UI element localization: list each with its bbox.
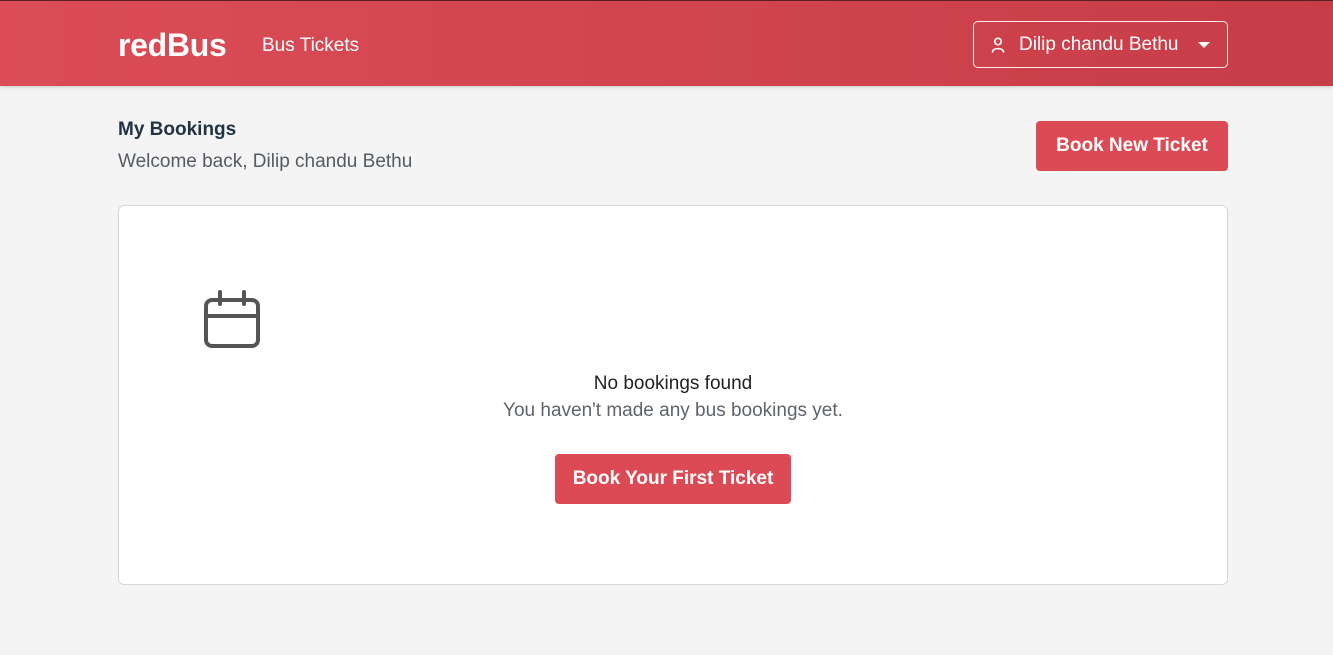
user-icon <box>991 36 1005 53</box>
bookings-card: No bookings found You haven't made any b… <box>118 205 1228 585</box>
calendar-icon <box>204 290 260 350</box>
book-new-ticket-button[interactable]: Book New Ticket <box>1036 121 1228 171</box>
brand-logo[interactable]: redBus <box>118 25 227 65</box>
user-menu-button[interactable]: Dilip chandu Bethu <box>973 21 1228 68</box>
nav-link-bus-tickets[interactable]: Bus Tickets <box>262 34 359 58</box>
book-first-ticket-button[interactable]: Book Your First Ticket <box>555 454 791 504</box>
empty-state-title: No bookings found <box>593 373 753 394</box>
page-title: My Bookings <box>118 119 237 140</box>
empty-state-subtitle: You haven't made any bus bookings yet. <box>503 400 843 421</box>
top-navbar: redBus Bus Tickets Dilip chandu Bethu <box>0 0 1333 86</box>
user-name: Dilip chandu Bethu <box>1019 33 1179 55</box>
caret-down-icon <box>1198 42 1210 48</box>
welcome-message: Welcome back, Dilip chandu Bethu <box>118 151 413 172</box>
